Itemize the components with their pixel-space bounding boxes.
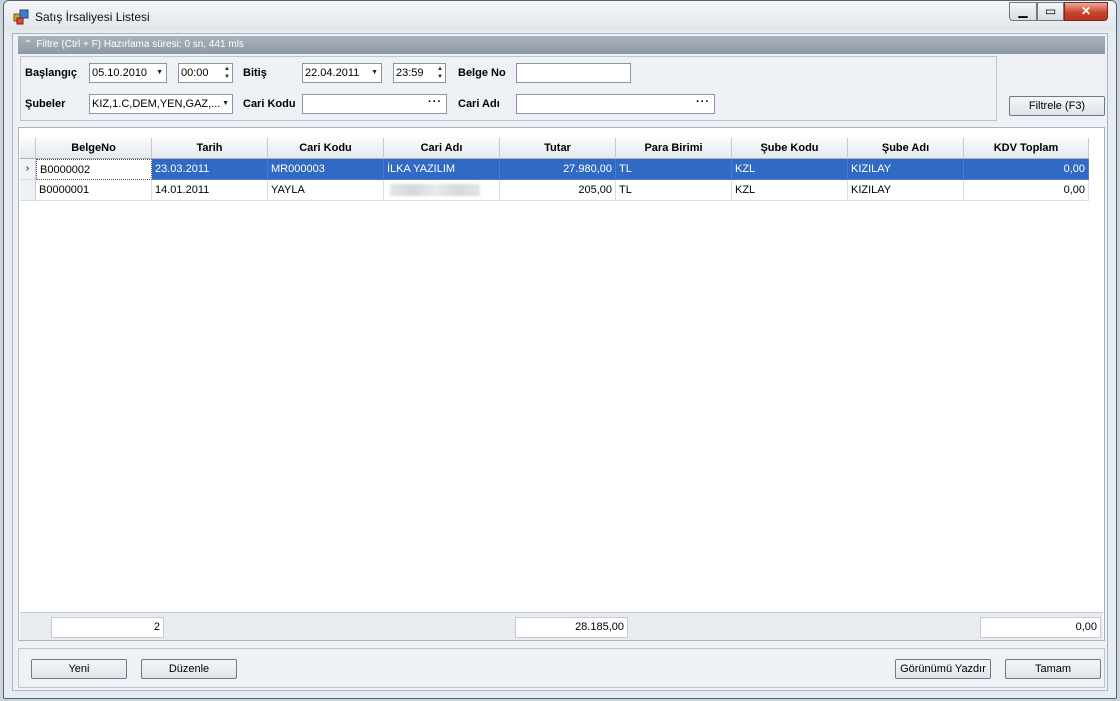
collapse-chevron-icon[interactable]: ⌃ [24, 36, 32, 54]
cell-kdv-toplam[interactable]: 0,00 [964, 180, 1089, 201]
belge-no-label: Belge No [458, 67, 506, 79]
filter-panel: Başlangıç 05.10.2010 ▼ 00:00 ▲ ▼ Bitiş 22… [20, 56, 997, 121]
cell-kdv-toplam[interactable]: 0,00 [964, 159, 1089, 180]
cell-cari-adi[interactable] [384, 180, 500, 201]
close-icon: ✕ [1080, 4, 1092, 18]
cell-belgeno[interactable]: B0000001 [36, 180, 152, 201]
subeler-select[interactable]: KIZ,1.C,DEM,YEN,GAZ,... ▼ [89, 94, 233, 114]
cari-kodu-input[interactable]: ··· [302, 94, 447, 114]
baslangic-label: Başlangıç [25, 67, 77, 79]
row-indicator-header [20, 138, 36, 159]
row-indicator [20, 180, 36, 201]
baslangic-date-value: 05.10.2010 [92, 67, 148, 79]
cell-tarih[interactable]: 14.01.2011 [152, 180, 268, 201]
baslangic-time-value: 00:00 [181, 67, 209, 79]
summary-kdv-total: 0,00 [980, 617, 1101, 638]
column-header-sube-adi[interactable]: Şube Adı [848, 138, 964, 159]
bitis-date-field[interactable]: 22.04.2011 ▼ [302, 63, 382, 83]
print-view-button[interactable]: Görünümü Yazdır [895, 659, 991, 679]
column-header-tutar[interactable]: Tutar [500, 138, 616, 159]
spin-icon[interactable]: ▲ ▼ [224, 65, 230, 81]
app-icon [13, 9, 29, 25]
cell-sube-adi[interactable]: KIZILAY [848, 180, 964, 201]
subeler-label: Şubeler [25, 98, 66, 110]
dropdown-arrow-icon[interactable]: ▼ [156, 64, 163, 82]
maximize-icon: ▭ [1044, 4, 1057, 18]
minimize-icon: ▁ [1018, 4, 1028, 18]
ellipsis-icon[interactable]: ··· [428, 95, 442, 111]
cell-tutar[interactable]: 205,00 [500, 180, 616, 201]
filter-button[interactable]: Filtrele (F3) [1009, 96, 1105, 116]
column-header-tarih[interactable]: Tarih [152, 138, 268, 159]
cell-cari-kodu[interactable]: YAYLA [268, 180, 384, 201]
cell-belgeno[interactable]: B0000002 [36, 159, 152, 180]
bitis-label: Bitiş [243, 67, 267, 79]
cari-adi-label: Cari Adı [458, 98, 500, 110]
bitis-time-field[interactable]: 23:59 ▲ ▼ [393, 63, 446, 83]
row-indicator-icon: › [20, 159, 36, 180]
column-header-cari-kodu[interactable]: Cari Kodu [268, 138, 384, 159]
cell-cari-kodu[interactable]: MR000003 [268, 159, 384, 180]
close-button[interactable]: ✕ [1064, 2, 1108, 21]
cell-para-birimi[interactable]: TL [616, 159, 732, 180]
filter-header-text: Filtre (Ctrl + F) Hazırlama süresi: 0 sn… [36, 39, 244, 50]
column-header-para-birimi[interactable]: Para Birimi [616, 138, 732, 159]
cari-adi-input[interactable]: ··· [516, 94, 715, 114]
column-header-sube-kodu[interactable]: Şube Kodu [732, 138, 848, 159]
baslangic-date-field[interactable]: 05.10.2010 ▼ [89, 63, 167, 83]
window-title: Satış İrsaliyesi Listesi [35, 10, 150, 24]
bitis-date-value: 22.04.2011 [305, 67, 360, 79]
filter-header[interactable]: ⌃ Filtre (Ctrl + F) Hazırlama süresi: 0 s… [18, 36, 1105, 54]
ok-button[interactable]: Tamam [1005, 659, 1101, 679]
cell-para-birimi[interactable]: TL [616, 180, 732, 201]
summary-count: 2 [51, 617, 164, 638]
title-bar[interactable]: Satış İrsaliyesi Listesi ▁ ▭ ✕ [4, 1, 1116, 31]
column-header-belgeno[interactable]: BelgeNo [36, 138, 152, 159]
minimize-button[interactable]: ▁ [1009, 2, 1037, 21]
bitis-time-value: 23:59 [396, 67, 424, 79]
dropdown-arrow-icon[interactable]: ▼ [222, 95, 229, 113]
baslangic-time-field[interactable]: 00:00 ▲ ▼ [178, 63, 233, 83]
edit-button[interactable]: Düzenle [141, 659, 237, 679]
new-button[interactable]: Yeni [31, 659, 127, 679]
cell-sube-kodu[interactable]: KZL [732, 159, 848, 180]
cell-tutar[interactable]: 27.980,00 [500, 159, 616, 180]
client-area: ⌃ Filtre (Ctrl + F) Hazırlama süresi: 0 s… [12, 33, 1108, 691]
spin-icon[interactable]: ▲ ▼ [437, 65, 443, 81]
grid-summary-footer: 2 28.185,00 0,00 [20, 612, 1103, 640]
subeler-value: KIZ,1.C,DEM,YEN,GAZ,... [92, 98, 221, 110]
dropdown-arrow-icon[interactable]: ▼ [371, 64, 378, 82]
cari-kodu-label: Cari Kodu [243, 98, 296, 110]
cell-cari-adi[interactable]: İLKA YAZILIM [384, 159, 500, 180]
window: Satış İrsaliyesi Listesi ▁ ▭ ✕ ⌃ Filtre (… [3, 0, 1117, 699]
cell-sube-kodu[interactable]: KZL [732, 180, 848, 201]
cell-sube-adi[interactable]: KIZILAY [848, 159, 964, 180]
cell-tarih[interactable]: 23.03.2011 [152, 159, 268, 180]
ellipsis-icon[interactable]: ··· [696, 95, 710, 111]
grid-frame [18, 127, 1105, 641]
redacted-text [390, 184, 480, 196]
summary-tutar-total: 28.185,00 [515, 617, 628, 638]
maximize-button[interactable]: ▭ [1037, 2, 1064, 21]
column-header-cari-adi[interactable]: Cari Adı [384, 138, 500, 159]
belge-no-input[interactable] [516, 63, 631, 83]
column-header-kdv-toplam[interactable]: KDV Toplam [964, 138, 1089, 159]
